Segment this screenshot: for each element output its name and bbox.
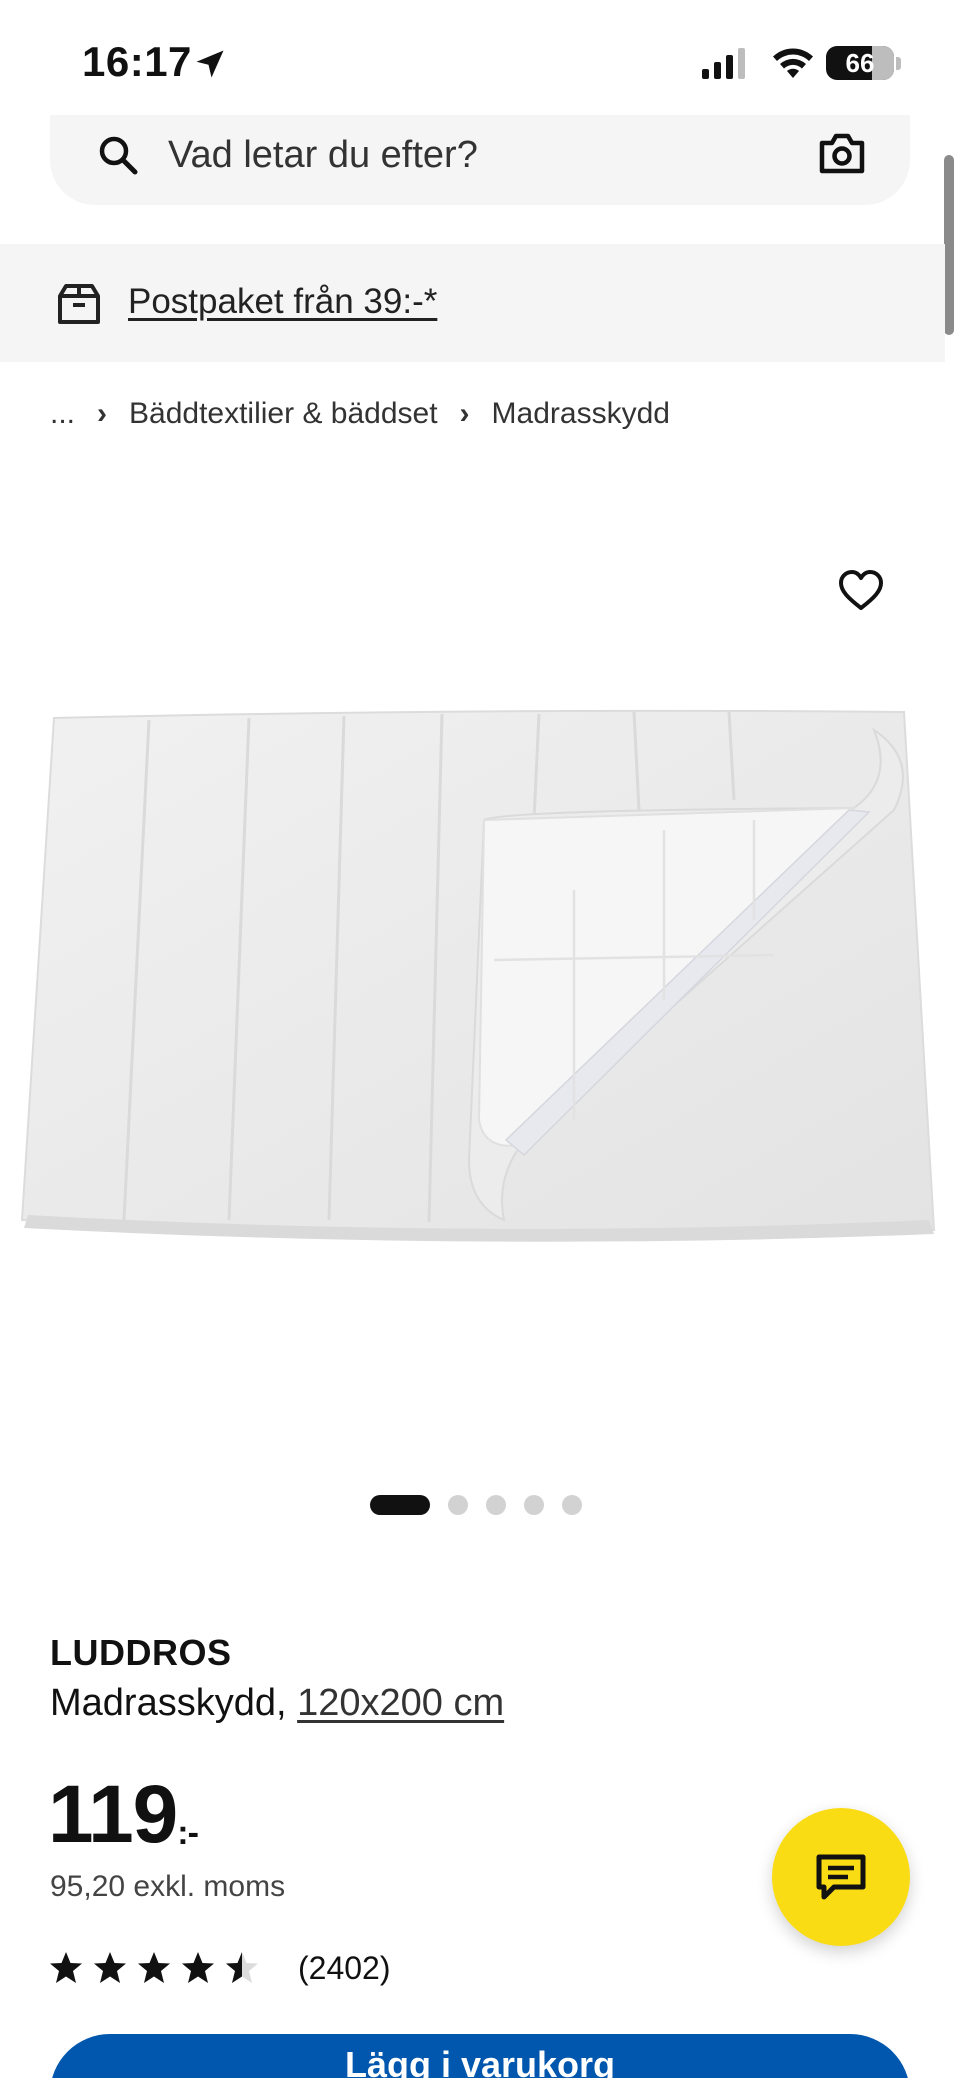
chat-button[interactable]: [772, 1808, 910, 1946]
promo-banner[interactable]: Postpaket från 39:-*: [0, 244, 945, 362]
product-size-link[interactable]: 120x200 cm: [297, 1682, 504, 1724]
search-input[interactable]: Vad letar du efter?: [168, 125, 478, 185]
search-icon: [99, 136, 138, 175]
product-name: LUDDROS: [50, 1632, 232, 1673]
breadcrumb-ellipsis[interactable]: ...: [50, 397, 75, 431]
battery-level: 66: [845, 48, 875, 78]
review-count[interactable]: (2402): [298, 1950, 391, 1987]
gallery-dot-5[interactable]: [562, 1495, 582, 1515]
status-time: 16:17: [82, 38, 192, 85]
gallery-dot-1[interactable]: [370, 1495, 430, 1515]
box-icon: [58, 284, 100, 324]
search-bar[interactable]: Vad letar du efter?: [50, 115, 910, 205]
heart-icon[interactable]: [836, 566, 886, 616]
gallery-pagination: [370, 1494, 582, 1516]
price-value: 119: [48, 1769, 178, 1860]
star-icon: [138, 1952, 170, 1983]
breadcrumb-item-mattress-protector[interactable]: Madrasskydd: [492, 397, 670, 431]
camera-icon[interactable]: [816, 129, 868, 177]
add-to-cart-label: Lägg i varukorg: [344, 2044, 616, 2078]
product-description: Madrasskydd, 120x200 cm: [50, 1682, 504, 1725]
battery-tip: [896, 57, 901, 70]
star-icon: [94, 1952, 126, 1983]
breadcrumb: ... › Bäddtextilier & bäddset › Madrassk…: [50, 390, 670, 438]
gallery-dot-4[interactable]: [524, 1495, 544, 1515]
product-image[interactable]: [14, 700, 944, 1260]
chevron-right-icon: ›: [459, 397, 470, 430]
battery-indicator: 66: [826, 46, 894, 80]
star-icon: [50, 1952, 82, 1983]
chevron-right-icon: ›: [97, 397, 108, 430]
signal-icon: [702, 48, 745, 79]
gallery-dot-2[interactable]: [448, 1495, 468, 1515]
add-to-cart-button[interactable]: Lägg i varukorg: [50, 2034, 910, 2078]
star-icon: [182, 1952, 214, 1983]
page-scrollbar[interactable]: [944, 155, 954, 335]
gallery-dot-3[interactable]: [486, 1495, 506, 1515]
price-ex-vat: 95,20 exkl. moms: [50, 1870, 286, 1903]
star-half-icon: [226, 1952, 258, 1983]
product-price: 119:-: [48, 1769, 199, 1878]
price-suffix: :-: [177, 1814, 199, 1852]
chat-icon: [816, 1854, 866, 1900]
location-arrow-icon: [196, 50, 224, 78]
product-rating[interactable]: (2402): [48, 1946, 391, 1990]
shipping-promo-link[interactable]: Postpaket från 39:-*: [128, 274, 437, 330]
product-type: Madrasskydd,: [50, 1682, 287, 1724]
wifi-icon: [773, 48, 813, 78]
status-bar: 16:17 66: [0, 0, 960, 120]
breadcrumb-item-bedding[interactable]: Bäddtextilier & bäddset: [129, 397, 438, 431]
